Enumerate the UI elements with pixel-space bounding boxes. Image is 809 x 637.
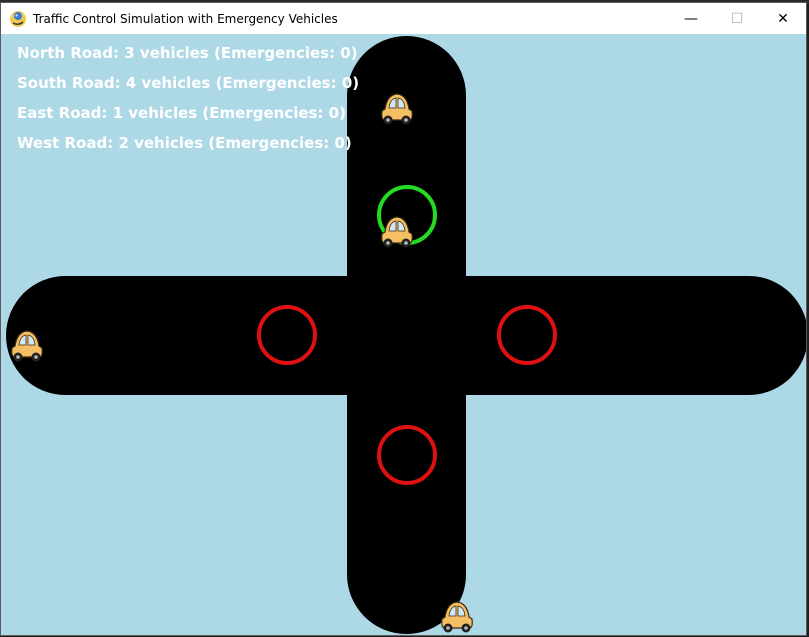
north-road-stat: North Road: 3 vehicles (Emergencies: 0) [17,44,358,62]
east-road-stat: East Road: 1 vehicles (Emergencies: 0) [17,104,346,122]
title-bar[interactable]: Traffic Control Simulation with Emergenc… [1,3,806,34]
window-title: Traffic Control Simulation with Emergenc… [33,11,338,26]
simulation-canvas: North Road: 3 vehicles (Emergencies: 0) … [1,34,806,635]
car-icon [11,330,43,362]
car-icon [381,93,413,125]
east-traffic-light [497,305,557,365]
minimize-button[interactable]: — [668,3,714,34]
maximize-button[interactable]: ☐ [714,3,760,34]
west-road-stat: West Road: 2 vehicles (Emergencies: 0) [17,134,352,152]
horizontal-road [6,276,806,395]
pygame-snake-icon [10,10,26,27]
app-window: Traffic Control Simulation with Emergenc… [0,2,807,636]
south-traffic-light [377,425,437,485]
close-button[interactable]: ✕ [760,3,806,34]
south-road-stat: South Road: 4 vehicles (Emergencies: 0) [17,74,360,92]
window-controls: — ☐ ✕ [668,3,806,34]
vehicle-stats: North Road: 3 vehicles (Emergencies: 0) … [17,43,359,163]
car-icon [441,601,473,633]
car-icon [381,216,413,248]
west-traffic-light [257,305,317,365]
